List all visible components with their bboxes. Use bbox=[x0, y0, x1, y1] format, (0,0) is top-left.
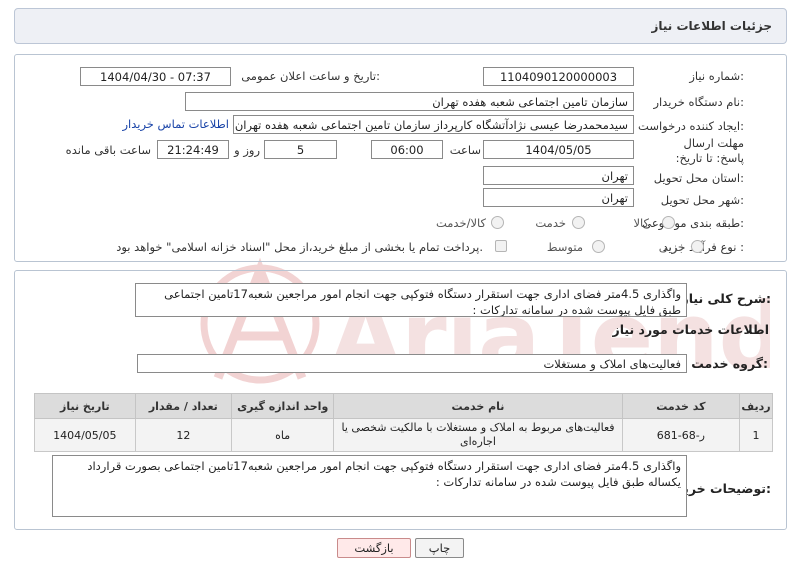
announce-datetime-label: تاریخ و ساعت اعلان عمومی: bbox=[241, 69, 380, 83]
cell-service-code: ر-68-681 bbox=[621, 418, 741, 452]
col-service-name: نام خدمت bbox=[333, 393, 623, 419]
summary-textarea[interactable]: واگذاری 4.5متر فضای اداری جهت استقرار دس… bbox=[135, 283, 687, 317]
cell-row-number: 1 bbox=[739, 418, 773, 452]
deadline-time-field[interactable]: 06:00 bbox=[371, 140, 443, 159]
cell-service-name: فعالیت‌های مربوط به املاک و مستغلات با م… bbox=[333, 418, 623, 452]
col-need-date: تاریخ نیاز bbox=[34, 393, 136, 419]
process-option-minor: جزیی bbox=[658, 240, 685, 254]
days-remaining-field[interactable]: 5 bbox=[264, 140, 337, 159]
services-section-title: اطلاعات خدمات مورد نیاز bbox=[612, 322, 770, 337]
service-group-label: گروه خدمت: bbox=[691, 356, 768, 371]
back-button[interactable]: بازگشت bbox=[337, 538, 411, 558]
need-number-field[interactable]: 1104090120000003 bbox=[483, 67, 634, 86]
cell-need-date: 1404/05/05 bbox=[34, 418, 136, 452]
col-quantity: تعداد / مقدار bbox=[134, 393, 233, 419]
category-option-goods: کالا bbox=[633, 216, 649, 230]
summary-label: شرح کلی نیاز: bbox=[681, 291, 772, 306]
need-number-label: شماره نیاز: bbox=[689, 69, 744, 83]
days-label: روز و bbox=[234, 143, 260, 157]
service-group-field[interactable]: فعالیت‌های املاک و مستغلات bbox=[137, 354, 687, 373]
cell-unit: ماه bbox=[231, 418, 335, 452]
category-radio-service[interactable] bbox=[572, 216, 585, 229]
category-radio-goods-service[interactable] bbox=[491, 216, 504, 229]
col-unit: واحد اندازه گیری bbox=[231, 393, 335, 419]
remaining-time-label: ساعت باقی مانده bbox=[65, 143, 151, 157]
buyer-org-label: نام دستگاه خریدار: bbox=[653, 95, 744, 109]
process-option-medium: متوسط bbox=[546, 240, 583, 254]
process-radio-medium[interactable] bbox=[592, 240, 605, 253]
col-row-number: ردیف bbox=[739, 393, 773, 419]
deadline-date-field[interactable]: 1404/05/05 bbox=[483, 140, 634, 159]
creator-field[interactable]: سیدمحمدرضا عیسی نژادآتشگاه کارپرداز سازم… bbox=[233, 115, 634, 134]
category-option-service: خدمت bbox=[535, 216, 566, 230]
treasury-payment-note: پرداخت تمام یا بخشی از مبلغ خرید،از محل … bbox=[116, 240, 483, 254]
col-service-code: کد خدمت bbox=[621, 393, 741, 419]
city-field[interactable]: تهران bbox=[483, 188, 634, 207]
buyer-org-field[interactable]: سازمان تامین اجتماعی شعبه هفده تهران bbox=[185, 92, 634, 111]
print-button[interactable]: چاپ bbox=[415, 538, 464, 558]
page-header: جزئیات اطلاعات نیاز bbox=[14, 8, 787, 44]
page-title: جزئیات اطلاعات نیاز bbox=[651, 19, 772, 33]
city-label: شهر محل تحویل: bbox=[660, 193, 744, 207]
buyer-notes-textarea[interactable]: واگذاری 4.5متر فضای اداری جهت استقرار دس… bbox=[52, 455, 687, 517]
category-option-goods-service: کالا/خدمت bbox=[435, 216, 486, 230]
province-field[interactable]: تهران bbox=[483, 166, 634, 185]
services-table: تاریخ نیاز تعداد / مقدار واحد اندازه گیر… bbox=[34, 393, 773, 452]
category-radio-goods[interactable] bbox=[662, 216, 675, 229]
table-row[interactable]: 1404/05/05 12 ماه فعالیت‌های مربوط به ام… bbox=[34, 418, 773, 452]
services-table-header: تاریخ نیاز تعداد / مقدار واحد اندازه گیر… bbox=[34, 393, 773, 419]
treasury-payment-checkbox[interactable] bbox=[495, 240, 507, 252]
remaining-time-field[interactable]: 21:24:49 bbox=[157, 140, 229, 159]
process-radio-minor[interactable] bbox=[691, 240, 704, 253]
announce-datetime-field[interactable]: 1404/04/30 - 07:37 bbox=[80, 67, 231, 86]
category-label: طبقه بندی موضوعی: bbox=[642, 216, 744, 230]
deadline-hour-label: ساعت bbox=[449, 143, 481, 157]
creator-label: ایجاد کننده درخواست: bbox=[638, 119, 744, 133]
province-label: استان محل تحویل: bbox=[653, 171, 744, 185]
buyer-contact-link[interactable]: اطلاعات تماس خریدار bbox=[122, 117, 229, 131]
deadline-label: مهلت ارسال پاسخ: تا تاریخ: bbox=[675, 136, 744, 165]
cell-quantity: 12 bbox=[134, 418, 233, 452]
